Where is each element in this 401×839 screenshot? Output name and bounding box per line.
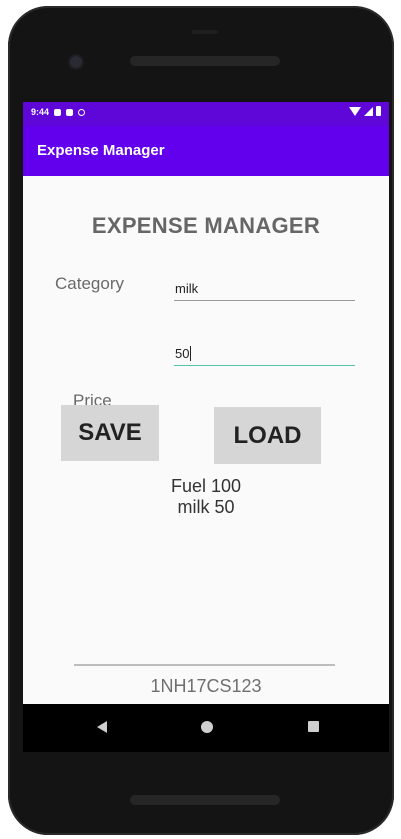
earpiece-speaker [130, 56, 280, 66]
home-icon[interactable] [201, 721, 213, 733]
app-title: Expense Manager [37, 142, 165, 159]
wifi-icon [349, 106, 361, 116]
category-label: Category [55, 274, 124, 293]
phone-frame: 9:44 Expense Manager EXPENSE MANAGER Cat… [8, 6, 394, 835]
status-right [349, 106, 381, 116]
bottom-speaker [130, 795, 280, 805]
expense-records: Fuel 100 milk 50 [23, 476, 389, 518]
save-button[interactable]: SAVE [61, 405, 159, 461]
student-id-label: 1NH17CS123 [150, 676, 262, 696]
sync-icon [78, 108, 86, 116]
proximity-sensor [192, 30, 218, 34]
price-input[interactable] [174, 341, 355, 366]
expense-record: milk 50 [177, 497, 235, 517]
battery-icon [376, 106, 381, 116]
sd-card-icon [66, 108, 74, 116]
system-nav-bar [23, 704, 389, 752]
signal-icon [364, 106, 373, 116]
front-camera-icon [70, 56, 82, 68]
text-cursor [190, 346, 191, 361]
page-heading: EXPENSE MANAGER [91, 213, 321, 238]
category-input[interactable] [174, 276, 355, 301]
status-left: 9:44 [31, 107, 86, 117]
recents-icon[interactable] [308, 721, 319, 732]
settings-notification-icon [54, 108, 62, 116]
expense-record: Fuel 100 [170, 476, 242, 496]
back-icon[interactable] [97, 721, 107, 733]
footer-divider [74, 664, 335, 666]
device-screen: 9:44 Expense Manager EXPENSE MANAGER Cat… [23, 102, 389, 710]
status-bar: 9:44 [23, 102, 389, 126]
status-time: 9:44 [31, 107, 50, 117]
load-button[interactable]: LOAD [214, 407, 321, 464]
app-bar: Expense Manager [23, 126, 389, 176]
main-content: EXPENSE MANAGER Category Price SAVE LOAD… [23, 176, 389, 710]
